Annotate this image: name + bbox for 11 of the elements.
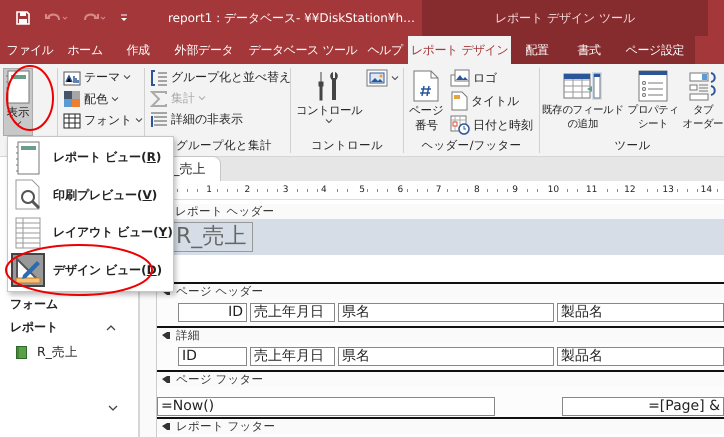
section-title: 詳細 xyxy=(176,328,200,343)
section-title: レポート ヘッダー xyxy=(175,204,275,219)
contextual-tab-title: レポート デザイン ツール xyxy=(422,0,708,36)
group-label: ヘッダー/フッター xyxy=(422,138,522,152)
group-label: コントロール xyxy=(311,138,383,152)
section-title: レポート フッター xyxy=(176,419,276,434)
window-title: report1 : データベース- ¥¥DiskStation¥h… xyxy=(168,10,416,26)
group-label: ツール xyxy=(614,138,650,152)
group-label: グループ化と集計 xyxy=(176,138,272,152)
section-title: ページ ヘッダー xyxy=(176,284,264,299)
section-title: ページ フッター xyxy=(176,372,264,387)
